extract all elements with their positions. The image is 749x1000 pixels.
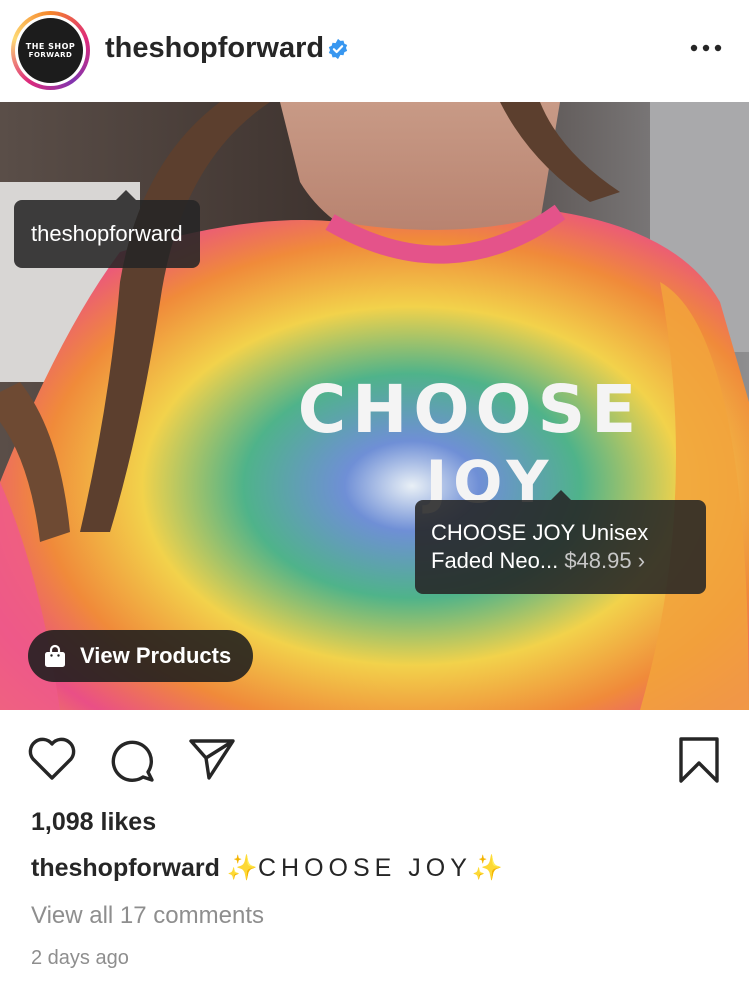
caption-username[interactable]: theshopforward [31,854,220,882]
share-icon[interactable] [187,736,237,782]
bookmark-icon[interactable] [678,736,720,784]
more-options-icon[interactable] [688,40,724,56]
avatar-logo: THE SHOP FORWARD [18,18,83,83]
user-tag-label: theshopforward [31,221,183,246]
shopping-bag-icon [45,644,65,667]
caption-text: CHOOSE JOY [258,854,472,882]
header-username[interactable]: theshopforward [105,32,324,65]
post-photo[interactable]: CHOOSE JOY theshopforward CHOOSE JOY Uni… [0,102,749,710]
likes-count[interactable]: 1,098 likes [31,808,156,837]
sparkle-emoji-right: ✨ [471,854,504,882]
chevron-right-icon: › [637,548,646,573]
view-comments-link[interactable]: View all 17 comments [31,902,264,930]
sparkle-emoji-left: ✨ [226,854,258,882]
view-products-button[interactable]: View Products [28,630,254,682]
heart-icon[interactable] [27,736,77,782]
post-header: THE SHOP FORWARD theshopforward [0,0,749,102]
comment-icon[interactable] [108,736,156,784]
avatar-logo-line1: THE SHOP [25,41,76,51]
verified-badge-icon [328,38,348,60]
post-timestamp: 2 days ago [31,947,129,969]
user-tag[interactable]: theshopforward [14,190,200,268]
photo-illustration: CHOOSE JOY [0,102,749,710]
caption: theshopforward ✨CHOOSE JOY✨ [31,854,503,883]
shirt-text-choose: CHOOSE [298,371,643,448]
product-name-line2: Faded Neo... [431,548,559,573]
avatar[interactable]: THE SHOP FORWARD [15,15,86,86]
avatar-logo-line2: FORWARD [28,50,73,59]
story-ring[interactable]: THE SHOP FORWARD [11,11,90,90]
product-name-line1: CHOOSE JOY Unisex [431,520,649,545]
product-price: $48.95 [564,548,632,573]
view-products-label: View Products [80,643,232,668]
action-bar [0,710,749,805]
product-tag[interactable]: CHOOSE JOY Unisex Faded Neo... $48.95 › [415,490,706,594]
